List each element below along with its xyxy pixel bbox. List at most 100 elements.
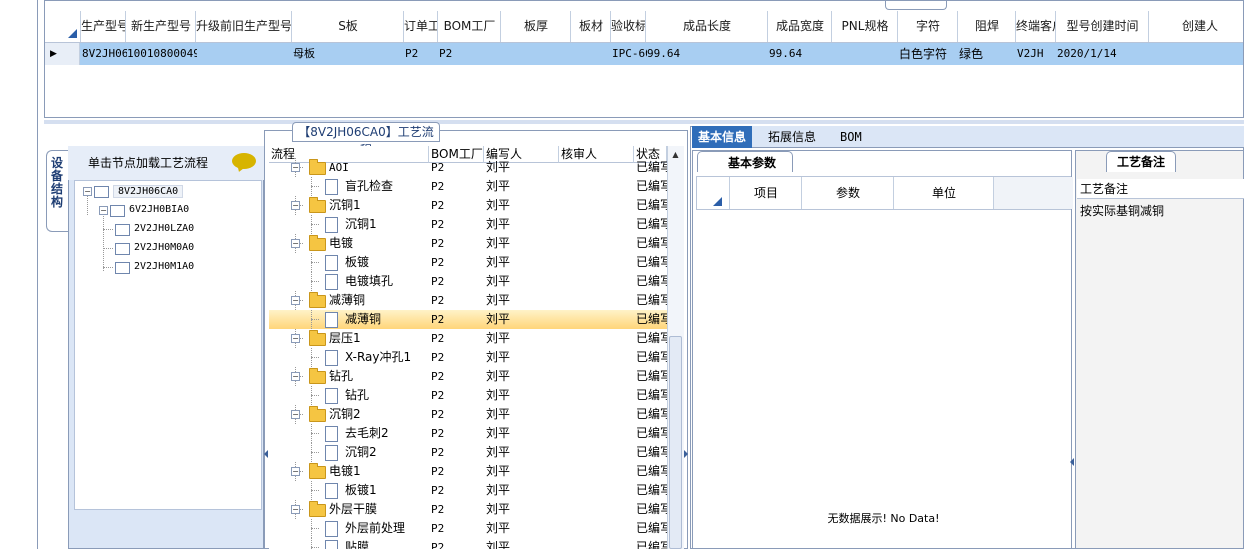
tree-expander[interactable]: − [291, 505, 300, 514]
column-header[interactable]: S板 [291, 11, 404, 42]
process-row[interactable]: 外层前处理 P2 刘平 已编写 [269, 519, 667, 538]
scroll-up-arrow-icon[interactable]: ▲ [669, 150, 682, 160]
process-row[interactable]: 减薄铜 P2 刘平 已编写 [269, 310, 667, 329]
tree-expander[interactable]: − [83, 187, 92, 196]
tree-line [311, 262, 319, 263]
process-row[interactable]: − 电镀 P2 刘平 已编写 [269, 234, 667, 253]
tree-expander[interactable]: − [291, 201, 300, 210]
status: 已编写 [636, 179, 667, 193]
status: 已编写 [636, 293, 667, 307]
status: 已编写 [636, 521, 667, 535]
model-grid-header: 生产型号新生产型号升级前旧生产型号S板订单工厂BOM工厂板厚板材验收标准成品长度… [45, 11, 1243, 43]
column-header[interactable]: 阻焊 [957, 11, 1016, 42]
bom-factory: P2 [431, 294, 445, 307]
process-row[interactable]: − 外层干膜 P2 刘平 已编写 [269, 500, 667, 519]
tree-node[interactable]: 6V2JH0BIA0 [129, 204, 189, 215]
process-name: 板镀 [345, 255, 370, 269]
tree-expander[interactable]: − [291, 334, 300, 343]
bom-factory: P2 [431, 484, 445, 497]
tree-expander[interactable]: − [291, 410, 300, 419]
process-row[interactable]: 电镀填孔 P2 刘平 已编写 [269, 272, 667, 291]
horizontal-splitter[interactable] [44, 120, 1244, 124]
column-header[interactable]: 验收标准 [610, 11, 646, 42]
bom-factory: P2 [431, 237, 445, 250]
column-header[interactable]: 创建人 [1148, 11, 1243, 42]
tree-line [311, 186, 319, 187]
process-row[interactable]: − 层压1 P2 刘平 已编写 [269, 329, 667, 348]
column-header[interactable]: 新生产型号 [125, 11, 196, 42]
tree-expander[interactable]: − [291, 467, 300, 476]
tree-expander[interactable]: − [99, 206, 108, 215]
process-row[interactable]: 去毛刺2 P2 刘平 已编写 [269, 424, 667, 443]
grid-top-tab [885, 1, 947, 10]
document-icon [325, 388, 338, 404]
process-name: 减薄铜 [329, 293, 366, 307]
row-indicator[interactable]: ▶ [45, 43, 80, 65]
writer: 刘平 [486, 274, 511, 288]
collapse-left-icon[interactable] [264, 450, 268, 458]
column-header[interactable]: 型号创建时间 [1055, 11, 1149, 42]
tree-line [103, 229, 113, 230]
process-row[interactable]: − 沉铜1 P2 刘平 已编写 [269, 196, 667, 215]
tree-expander[interactable]: − [291, 239, 300, 248]
tree-node[interactable]: 2V2JH0LZA0 [134, 223, 194, 234]
bom-factory: P2 [431, 199, 445, 212]
process-row[interactable]: 沉铜1 P2 刘平 已编写 [269, 215, 667, 234]
folder-icon [309, 368, 326, 384]
table-cell [570, 43, 612, 65]
tree-node[interactable]: 8V2JH06CA0 [113, 185, 184, 198]
process-row[interactable]: − 沉铜2 P2 刘平 已编写 [269, 405, 667, 424]
tree-node[interactable]: 2V2JH0M0A0 [134, 242, 194, 253]
column-header[interactable]: PNL规格 [831, 11, 898, 42]
process-notes-tab[interactable]: 工艺备注 [1106, 151, 1176, 172]
grid-corner[interactable] [45, 11, 80, 42]
process-row[interactable]: 盲孔检查 P2 刘平 已编写 [269, 177, 667, 196]
bom-factory: P2 [431, 180, 445, 193]
process-row[interactable]: 板镀1 P2 刘平 已编写 [269, 481, 667, 500]
basic-params-tab[interactable]: 基本参数 [697, 151, 793, 172]
process-row[interactable]: X-Ray冲孔1 P2 刘平 已编写 [269, 348, 667, 367]
process-row[interactable]: 贴膜 P2 刘平 已编写 [269, 538, 667, 549]
column-header[interactable]: BOM工厂 [437, 11, 501, 42]
process-row[interactable]: − AOI P2 刘平 已编写 [269, 158, 667, 177]
table-cell: P2 [405, 47, 419, 60]
column-header[interactable]: 订单工厂 [403, 11, 438, 42]
writer: 刘平 [486, 464, 511, 478]
column-header[interactable]: 成品宽度 [767, 11, 832, 42]
tree-line [311, 395, 319, 396]
tab-1[interactable]: 拓展信息 [762, 126, 822, 148]
tree-expander[interactable]: − [291, 163, 300, 172]
collapse-right-icon[interactable] [684, 450, 688, 458]
bom-factory: P2 [431, 465, 445, 478]
column-header[interactable]: 板材 [570, 11, 611, 42]
tab-0[interactable]: 基本信息 [692, 126, 753, 148]
process-row[interactable]: − 减薄铜 P2 刘平 已编写 [269, 291, 667, 310]
column-header[interactable]: 成品长度 [645, 11, 768, 42]
tree-node[interactable]: 2V2JH0M1A0 [134, 261, 194, 272]
table-row[interactable]: 8V2JH06CA010010800049142 母板 P2 P2 IPC-6012 I… [45, 43, 1243, 65]
column-header[interactable]: 项目 [729, 177, 802, 209]
column-header[interactable]: 字符 [897, 11, 958, 42]
process-row[interactable]: 沉铜2 P2 刘平 已编写 [269, 443, 667, 462]
tree-expander[interactable]: − [291, 372, 300, 381]
tab-device-structure[interactable]: 设备结构 [46, 150, 70, 232]
column-header[interactable]: 终端客户代码 [1015, 11, 1056, 42]
column-header[interactable]: 升级前旧生产型号 [195, 11, 292, 42]
detail-tabs: 基本信息 拓展信息 BOM [692, 126, 1244, 148]
process-panel-title: 【8V2JH06CA0】工艺流程 [292, 122, 440, 157]
process-row[interactable]: − 电镀1 P2 刘平 已编写 [269, 462, 667, 481]
process-row[interactable]: 板镀 P2 刘平 已编写 [269, 253, 667, 272]
tree-expander[interactable]: − [291, 296, 300, 305]
tab-2[interactable]: BOM [834, 126, 868, 148]
column-header[interactable]: 生产型号 [80, 11, 126, 42]
process-notes-value[interactable]: 按实际基铜减铜 [1077, 201, 1244, 221]
collapse-left-icon[interactable] [1070, 458, 1074, 466]
column-header[interactable]: 板厚 [500, 11, 571, 42]
window-left-border [37, 0, 38, 549]
scrollbar-thumb[interactable] [669, 336, 682, 549]
column-header[interactable]: 单位 [893, 177, 994, 209]
bom-factory: P2 [431, 313, 445, 326]
process-row[interactable]: − 钻孔 P2 刘平 已编写 [269, 367, 667, 386]
process-row[interactable]: 钻孔 P2 刘平 已编写 [269, 386, 667, 405]
column-header[interactable]: 参数 [801, 177, 894, 209]
